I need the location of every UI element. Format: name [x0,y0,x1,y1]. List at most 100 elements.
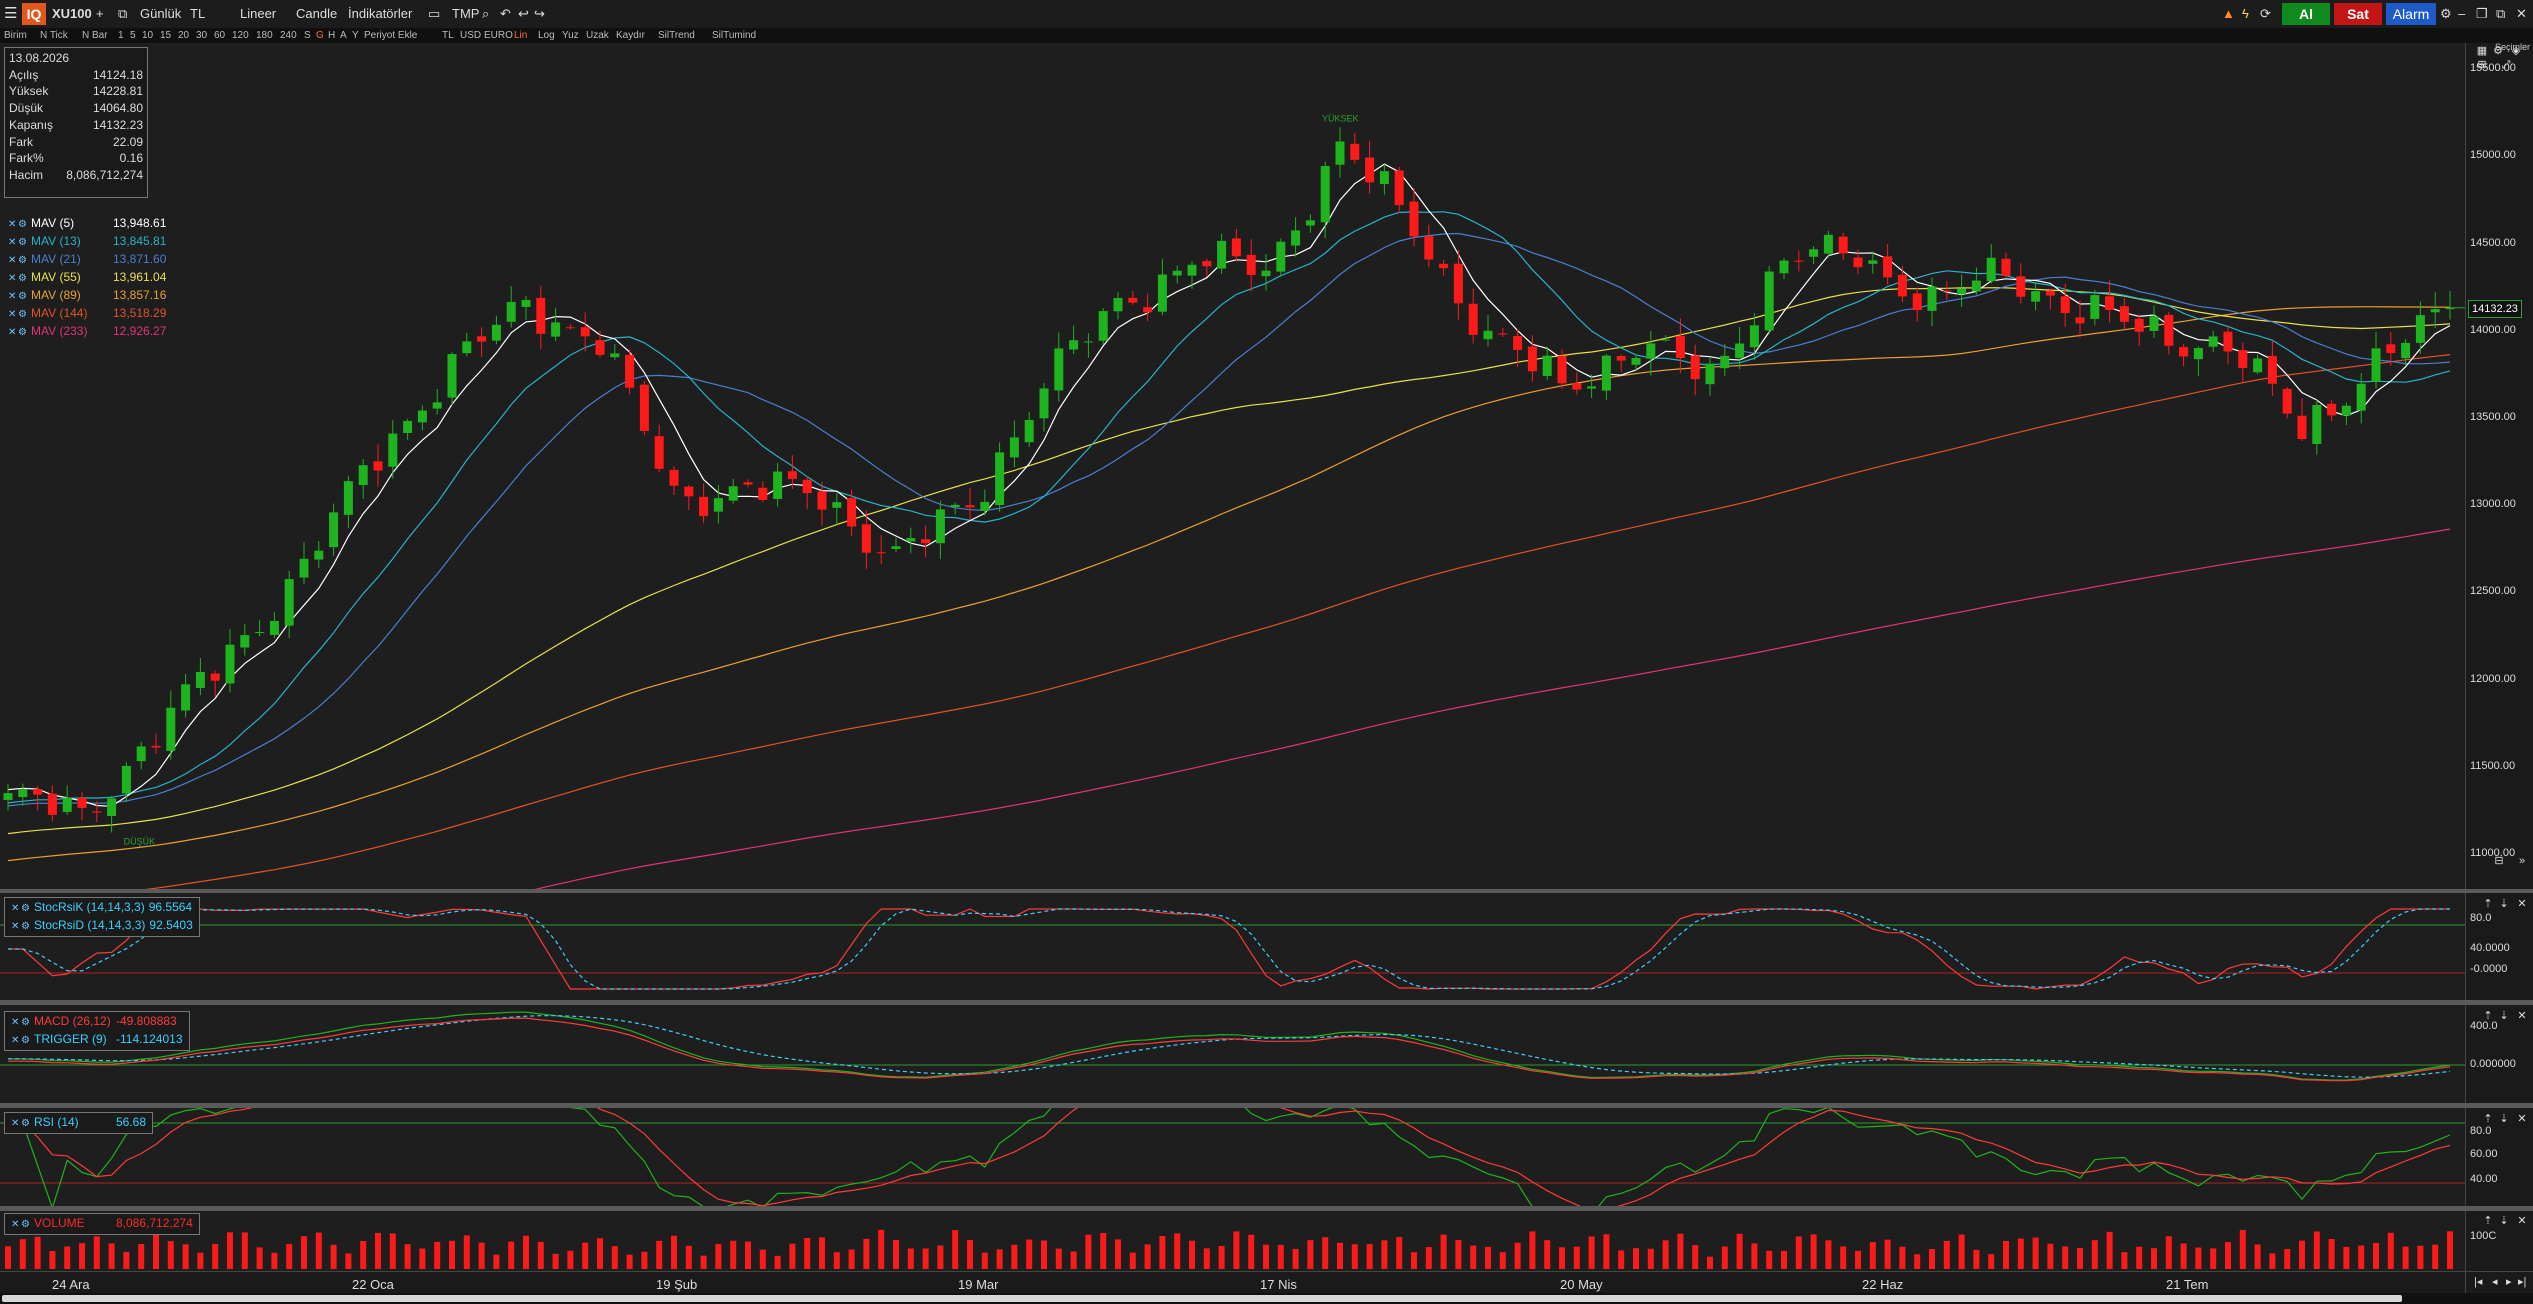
candle[interactable] [980,489,990,516]
candle[interactable] [625,349,635,395]
candle[interactable] [2090,289,2100,326]
candle[interactable] [1572,372,1582,395]
legend-row[interactable]: ✕ ⚙ MAV (144) 13,518.29 [8,305,166,323]
toolbar2-item[interactable]: EURO [484,28,513,43]
candle[interactable] [1365,140,1375,194]
lightning-icon[interactable]: ϟ [2242,0,2249,28]
stochrsi-chart[interactable] [0,893,2465,1000]
candle[interactable] [728,478,738,504]
first-page-icon[interactable]: |◂ [2474,1275,2482,1288]
legend-row[interactable]: ✕ ⚙ MAV (13) 13,845.81 [8,233,166,251]
candle[interactable] [1172,265,1182,284]
template-button[interactable]: TMP [452,0,479,28]
undo-alt-icon[interactable]: ↩ [518,0,529,28]
indicators-menu[interactable]: İndikatörler [348,0,412,28]
candle[interactable] [995,442,1005,512]
legend-row[interactable]: ✕ ⚙ MAV (233) 12,926.27 [8,323,166,341]
candle[interactable] [62,785,72,815]
candle[interactable] [787,455,797,490]
close-pane-icon[interactable]: ✕ [2516,898,2528,910]
candle[interactable] [1054,332,1064,402]
candle[interactable] [1646,331,1656,376]
toolbar2-item[interactable]: Birim [4,28,27,43]
candle[interactable] [358,459,368,499]
candle[interactable] [595,330,605,358]
candle[interactable] [1587,374,1597,399]
toolbar2-item[interactable]: N Bar [82,28,108,43]
indicator-settings-icon[interactable]: ⚙ [18,234,31,251]
candle[interactable] [506,286,516,328]
toolbar2-item[interactable]: 180 [256,28,273,43]
candle[interactable] [2327,400,2337,422]
indicator-settings-icon[interactable]: ⚙ [18,288,31,305]
scroll-right-icon[interactable]: » [2516,855,2528,867]
legend-row[interactable]: ✕ ⚙ MAV (89) 13,857.16 [8,287,166,305]
candle[interactable] [2134,314,2144,346]
candle[interactable] [1069,325,1079,355]
toolbar2-item[interactable]: TL [442,28,454,43]
candle[interactable] [329,503,339,556]
candle[interactable] [1320,161,1330,239]
candle[interactable] [2371,331,2381,389]
candle[interactable] [1897,265,1907,303]
candle[interactable] [284,570,294,639]
gear-icon[interactable]: ⚙ [2492,45,2504,57]
candle[interactable] [299,542,309,585]
move-down-icon[interactable]: ⇣ [2498,1215,2510,1227]
remove-indicator-icon[interactable]: ✕ [11,1115,21,1132]
remove-indicator-icon[interactable]: ✕ [11,900,21,917]
remove-indicator-icon[interactable]: ✕ [8,252,18,269]
candle[interactable] [876,534,886,565]
candle[interactable] [1720,344,1730,376]
toolbar2-item[interactable]: 10 [142,28,153,43]
period-selector[interactable]: Günlük [140,0,181,28]
candle[interactable] [965,487,975,520]
candle[interactable] [269,612,279,639]
currency-selector[interactable]: TL [190,0,205,28]
candle[interactable] [343,475,353,529]
toolbar2-item[interactable]: 20 [178,28,189,43]
flame-icon[interactable]: ▲ [2222,0,2235,28]
candle[interactable] [2045,288,2055,310]
candle[interactable] [1394,166,1404,213]
candle[interactable] [1231,228,1241,262]
buy-button[interactable]: Al [2282,3,2330,25]
candle[interactable] [1483,315,1493,347]
candle[interactable] [1601,353,1611,401]
remove-indicator-icon[interactable]: ✕ [11,1216,21,1233]
indicator-settings-icon[interactable]: ⚙ [18,306,31,323]
candle[interactable] [1705,356,1715,396]
volume-axis[interactable]: ⇡ ⇣ ✕ 100C [2465,1211,2533,1271]
candle[interactable] [491,315,501,345]
candle[interactable] [2341,402,2351,426]
candle[interactable] [1542,346,1552,381]
candle[interactable] [2253,354,2263,375]
candle[interactable] [1838,233,1848,261]
candle[interactable] [2267,340,2277,396]
candle[interactable] [1883,244,1893,285]
remove-indicator-icon[interactable]: ✕ [8,288,18,305]
stochrsi-pane[interactable]: ✕ ⚙ StocRsiK (14,14,3,3) 96.5564 ✕ ⚙ StocRsiD … [0,893,2465,1000]
toolbar2-item[interactable]: H [328,28,335,43]
indicator-settings-icon[interactable]: ⚙ [21,900,34,917]
scrollbar-thumb[interactable] [2,1295,2402,1302]
candle[interactable] [151,733,161,754]
candle[interactable] [388,420,398,479]
legend-row[interactable]: ✕ ⚙ MAV (5) 13,948.61 [8,215,166,233]
candle[interactable] [2223,326,2233,365]
toolbar2-item[interactable]: Y [352,28,359,43]
candle[interactable] [1957,274,1967,307]
indicator-settings-icon[interactable]: ⚙ [21,1032,34,1049]
toolbar2-item[interactable]: 60 [214,28,225,43]
candle[interactable] [1631,354,1641,372]
menu-icon[interactable]: ☰ [4,0,17,28]
candle[interactable] [1690,344,1700,396]
folder-icon[interactable]: ▭ [428,0,440,28]
candle[interactable] [1424,224,1434,268]
toolbar2-item[interactable]: Uzak [586,28,609,43]
candle[interactable] [77,792,87,821]
rsi-pane[interactable]: ✕ ⚙ RSI (14) 56.68 [0,1108,2465,1206]
candle[interactable] [1350,132,1360,164]
indicator-settings-icon[interactable]: ⚙ [21,1014,34,1031]
legend-row[interactable]: ✕ ⚙ StocRsiK (14,14,3,3) 96.5564 [11,899,193,917]
